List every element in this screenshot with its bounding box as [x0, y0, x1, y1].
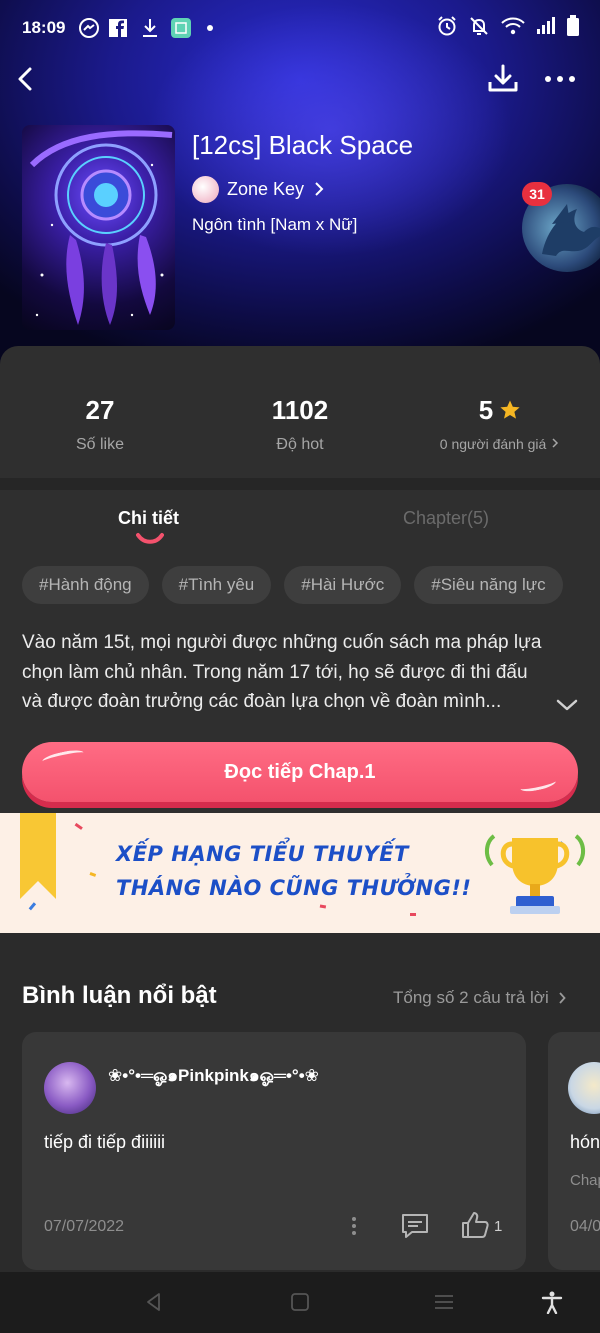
- star-icon: [500, 400, 520, 419]
- more-button[interactable]: [540, 62, 580, 96]
- accessibility-icon[interactable]: [540, 1290, 564, 1314]
- download-icon: [140, 17, 160, 39]
- stat-likes-value: 27: [85, 394, 115, 425]
- stat-likes-label: Số like: [75, 436, 125, 453]
- comment-card[interactable]: hón Chap 04/0: [548, 1032, 600, 1270]
- tag-list: #Hành động #Tình yêu #Hài Hước #Siêu năn…: [22, 566, 563, 604]
- synopsis-text: Vào năm 15t, mọi người được những cuốn s…: [22, 632, 542, 712]
- comment-date: 04/0: [570, 1218, 600, 1235]
- author-name: Zone Key: [227, 178, 305, 199]
- stats-card: 27 Số like 1102 Độ hot 5 0 người đánh gi…: [0, 346, 600, 478]
- banner-line-1: XẾP HẠNG TIỂU THUYẾT: [116, 842, 409, 866]
- tab-detail[interactable]: Chi tiết: [118, 508, 179, 529]
- button-shine: [519, 776, 557, 794]
- comments-total-text: Tổng số 2 câu trả lời: [393, 988, 549, 1007]
- read-continue-label: Đọc tiếp Chap.1: [224, 761, 376, 783]
- stat-hot-label: Độ hot: [276, 436, 324, 453]
- tag-chip[interactable]: #Siêu năng lực: [414, 566, 563, 604]
- comment-card[interactable]: ❀•°•═ஓ๑Pinkpink๑ஓ═•°•❀ tiếp đi tiếp điii…: [22, 1032, 526, 1270]
- download-icon: [488, 64, 518, 92]
- status-time: 18:09: [22, 18, 66, 37]
- chevron-right-icon: [552, 438, 559, 448]
- book-genre: Ngôn tình [Nam x Nữ]: [192, 215, 358, 234]
- avatar[interactable]: [568, 1062, 600, 1114]
- back-button[interactable]: [10, 62, 44, 96]
- dreamcatcher-cover-image: [29, 130, 173, 325]
- status-bar: 18:09: [0, 0, 600, 58]
- wifi-icon: [500, 16, 526, 41]
- back-arrow-icon: [18, 67, 32, 91]
- tab-chapters[interactable]: Chapter(5): [403, 508, 489, 529]
- comments-total-link[interactable]: Tổng số 2 câu trả lời: [393, 988, 567, 1008]
- author-link[interactable]: Zone Key: [192, 174, 326, 204]
- comments-section-title: Bình luận nổi bật: [22, 982, 217, 1009]
- chevron-right-icon: [315, 182, 324, 196]
- trophy-icon: [485, 834, 585, 914]
- messenger-icon: [78, 17, 100, 39]
- nav-back-icon[interactable]: [142, 1290, 166, 1314]
- tag-chip[interactable]: #Hành động: [22, 566, 149, 604]
- reply-icon[interactable]: [400, 1212, 430, 1240]
- bell-off-icon: [468, 15, 490, 42]
- chevron-down-icon[interactable]: [554, 695, 580, 715]
- dot-icon: [206, 17, 214, 39]
- comment-chapter: Chap: [570, 1172, 600, 1189]
- stat-rating[interactable]: 5 0 người đánh giá: [400, 394, 600, 452]
- ad-count-badge: 31: [522, 182, 552, 206]
- author-avatar: [192, 175, 219, 203]
- comment-text: hón: [570, 1132, 600, 1152]
- alarm-icon: [436, 15, 458, 42]
- facebook-icon: [108, 17, 128, 39]
- more-icon: [545, 76, 575, 82]
- more-vertical-icon[interactable]: [344, 1214, 364, 1238]
- like-count: 1: [494, 1218, 503, 1235]
- chevron-right-icon: [559, 992, 566, 1004]
- comment-date: 07/07/2022: [44, 1218, 125, 1235]
- detail-section: Chi tiết Chapter(5) #Hành động #Tình yêu…: [0, 490, 600, 813]
- app-icon: [170, 17, 192, 39]
- rating-value: 5: [478, 394, 494, 425]
- section-separator: [0, 478, 600, 490]
- tag-chip[interactable]: #Tình yêu: [161, 566, 272, 604]
- tag-chip[interactable]: #Hài Hước: [284, 566, 402, 604]
- stat-likes: 27 Số like: [0, 394, 200, 454]
- nav-recents-icon[interactable]: [432, 1290, 456, 1314]
- tab-active-indicator: [136, 533, 164, 544]
- stat-hot: 1102 Độ hot: [200, 394, 400, 454]
- read-continue-button[interactable]: Đọc tiếp Chap.1: [22, 742, 578, 802]
- comment-username[interactable]: ❀•°•═ஓ๑Pinkpink๑ஓ═•°•❀: [108, 1062, 319, 1089]
- stat-rating-label: 0 người đánh giá: [400, 436, 600, 452]
- stat-hot-value: 1102: [271, 394, 329, 425]
- battery-icon: [566, 14, 580, 42]
- system-navigation-bar: [0, 1272, 600, 1333]
- thumbs-up-icon[interactable]: [460, 1210, 490, 1240]
- banner-line-2: THÁNG NÀO CŨNG THƯỞNG!!: [116, 876, 472, 900]
- rating-count-text: 0 người đánh giá: [439, 436, 547, 452]
- download-button[interactable]: [486, 62, 520, 96]
- book-cover[interactable]: [22, 125, 175, 330]
- book-header: 18:09 [12cs] Black Space Zone Key Ngôn t…: [0, 0, 600, 370]
- comment-text: tiếp đi tiếp điiiiii: [44, 1132, 166, 1152]
- book-title: [12cs] Black Space: [192, 130, 414, 160]
- signal-icon: [536, 16, 556, 40]
- avatar[interactable]: [44, 1062, 96, 1114]
- stat-rating-value: 5: [400, 394, 600, 426]
- button-shine: [41, 747, 85, 767]
- nav-home-icon[interactable]: [288, 1290, 312, 1314]
